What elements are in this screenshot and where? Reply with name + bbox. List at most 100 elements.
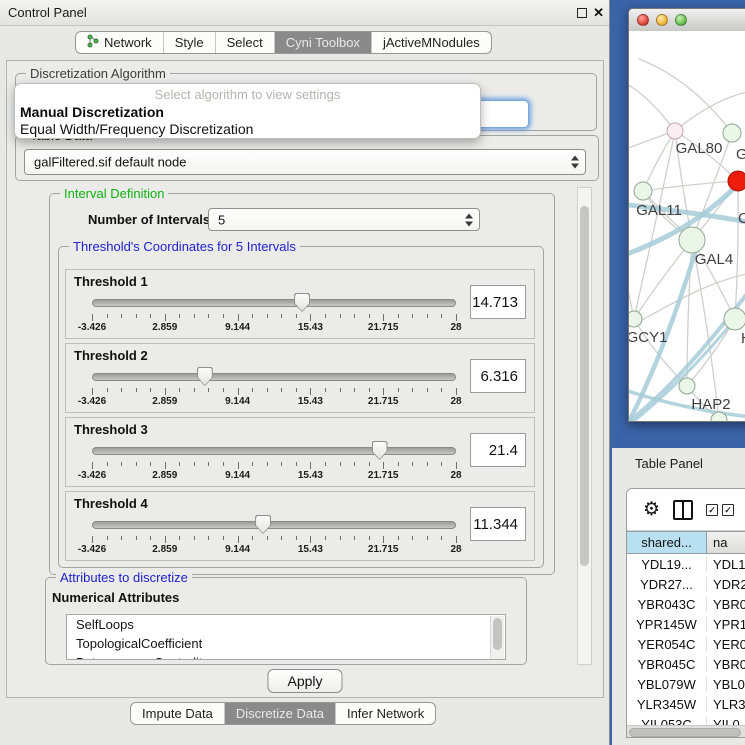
attribute-item[interactable]: BetweennessCentrality [67, 653, 505, 660]
attribute-item[interactable]: TopologicalCoefficient [67, 634, 505, 653]
table-row[interactable]: YBR045CYBR0 [627, 654, 745, 674]
cell-name[interactable]: YBR0 [707, 657, 745, 672]
dropdown-option-equal-width-frequency[interactable]: Equal Width/Frequency Discretization [20, 121, 253, 137]
minimize-traffic-light[interactable] [656, 14, 668, 26]
cell-shared-name[interactable]: YER054C [627, 637, 707, 652]
network-edge[interactable] [629, 83, 675, 131]
threshold-value[interactable]: 14.713 [470, 285, 526, 319]
slider-track[interactable] [92, 373, 456, 381]
horizontal-scrollbar[interactable] [627, 725, 745, 738]
zoom-traffic-light[interactable] [675, 14, 687, 26]
gear-icon[interactable]: ⚙ [643, 500, 660, 519]
network-node[interactable] [724, 308, 745, 330]
tab-select[interactable]: Select [216, 32, 275, 53]
node-label-gal4: GAL4 [695, 251, 733, 268]
tab-label: Discretize Data [236, 706, 324, 721]
checkbox-checked-icon[interactable]: ✓ [722, 504, 734, 516]
network-node[interactable] [679, 378, 695, 394]
network-node[interactable] [679, 227, 705, 253]
dropdown-option-manual-discretization[interactable]: Manual Discretization [20, 104, 164, 120]
cell-shared-name[interactable]: YDL19... [627, 557, 707, 572]
horizontal-scrollbar-thumb[interactable] [629, 728, 741, 737]
table-row[interactable]: YPR145WYPR1 [627, 614, 745, 634]
network-edge[interactable] [629, 251, 634, 319]
network-window-titlebar[interactable] [629, 9, 745, 32]
slider-thumb[interactable] [294, 293, 310, 312]
attribute-item[interactable]: SelfLoops [67, 615, 505, 634]
tab-jactivemnodules[interactable]: jActiveMNodules [372, 32, 491, 53]
cell-name[interactable]: YDL1 [707, 557, 745, 572]
column-header-shared-name[interactable]: shared... [627, 531, 707, 554]
threshold-slider[interactable]: -3.4262.8599.14415.4321.71528 [92, 514, 456, 558]
checkbox-checked-icon[interactable]: ✓ [706, 504, 718, 516]
network-node[interactable] [667, 123, 683, 139]
cell-name[interactable]: YIL0 [707, 717, 745, 726]
tab-cyni-toolbox[interactable]: Cyni Toolbox [275, 32, 372, 53]
tab-label: jActiveMNodules [383, 35, 480, 50]
cell-shared-name[interactable]: YLR345W [627, 697, 707, 712]
table-row[interactable]: YBR043CYBR0 [627, 594, 745, 614]
slider-thumb[interactable] [372, 441, 388, 460]
cell-shared-name[interactable]: YPR145W [627, 617, 707, 632]
network-view-window[interactable]: GAL80GCGAL11GAL4GCY1HHAP2 [628, 8, 745, 422]
table-row[interactable]: YDL19...YDL1 [627, 554, 745, 574]
tab-network[interactable]: Network [76, 32, 164, 53]
network-edge[interactable] [735, 181, 738, 319]
network-node[interactable] [728, 171, 745, 191]
network-edge[interactable] [643, 181, 738, 191]
tab-infer-network[interactable]: Infer Network [336, 703, 435, 724]
threshold-panel: Threshold 4 -3.4262.8599.14415.4321.7152… [65, 491, 535, 561]
cell-name[interactable]: YBR0 [707, 597, 745, 612]
network-node[interactable] [629, 311, 642, 327]
cell-shared-name[interactable]: YBR045C [627, 657, 707, 672]
threshold-slider[interactable]: -3.4262.8599.14415.4321.71528 [92, 292, 456, 336]
float-window-icon[interactable] [577, 8, 587, 18]
close-traffic-light[interactable] [637, 14, 649, 26]
network-canvas[interactable]: GAL80GCGAL11GAL4GCY1HHAP2 [629, 31, 745, 422]
slider-track[interactable] [92, 299, 456, 307]
network-edge[interactable] [643, 131, 675, 191]
threshold-value[interactable]: 6.316 [470, 359, 526, 393]
threshold-value[interactable]: 11.344 [470, 507, 526, 541]
column-header-name[interactable]: na [707, 531, 745, 554]
cell-name[interactable]: YLR3 [707, 697, 745, 712]
apply-button[interactable]: Apply [267, 669, 342, 693]
slider-thumb[interactable] [197, 367, 213, 386]
close-icon[interactable]: ✕ [593, 5, 604, 21]
table-row[interactable]: YIL053CYIL0 [627, 714, 745, 725]
list-scrollbar-thumb[interactable] [493, 618, 502, 650]
cell-shared-name[interactable]: YBR043C [627, 597, 707, 612]
tab-style[interactable]: Style [164, 32, 216, 53]
slider-tick [441, 536, 442, 540]
tab-impute-data[interactable]: Impute Data [131, 703, 225, 724]
table-row[interactable]: YER054CYER0 [627, 634, 745, 654]
settings-scrollbar-thumb[interactable] [580, 206, 589, 566]
cell-name[interactable]: YER0 [707, 637, 745, 652]
cell-name[interactable]: YPR1 [707, 617, 745, 632]
numerical-attributes-list[interactable]: SelfLoopsTopologicalCoefficientBetweenne… [66, 614, 506, 660]
slider-tick-labels: -3.4262.8599.14415.4321.71528 [92, 322, 456, 334]
number-of-intervals-combobox[interactable]: 5 [208, 208, 480, 231]
network-node[interactable] [634, 182, 652, 200]
columns-icon[interactable] [673, 500, 693, 520]
network-node[interactable] [723, 124, 741, 142]
threshold-slider[interactable]: -3.4262.8599.14415.4321.71528 [92, 366, 456, 410]
cell-name[interactable]: YBL0 [707, 677, 745, 692]
table-row[interactable]: YBL079WYBL0 [627, 674, 745, 694]
settings-scrollbar[interactable] [577, 187, 592, 665]
cell-shared-name[interactable]: YBL079W [627, 677, 707, 692]
tab-discretize-data[interactable]: Discretize Data [225, 703, 336, 724]
table-data-combobox[interactable]: galFiltered.sif default node [24, 149, 586, 175]
slider-track[interactable] [92, 521, 456, 529]
slider-track[interactable] [92, 447, 456, 455]
cell-shared-name[interactable]: YIL053C [627, 717, 707, 726]
cell-name[interactable]: YDR2 [707, 577, 745, 592]
table-row[interactable]: YDR27...YDR2 [627, 574, 745, 594]
list-scrollbar[interactable] [490, 616, 504, 660]
slider-thumb[interactable] [255, 515, 271, 534]
table-row[interactable]: YLR345WYLR3 [627, 694, 745, 714]
threshold-slider[interactable]: -3.4262.8599.14415.4321.71528 [92, 440, 456, 484]
threshold-value[interactable]: 21.4 [470, 433, 526, 467]
network-edge[interactable] [634, 131, 675, 319]
cell-shared-name[interactable]: YDR27... [627, 577, 707, 592]
